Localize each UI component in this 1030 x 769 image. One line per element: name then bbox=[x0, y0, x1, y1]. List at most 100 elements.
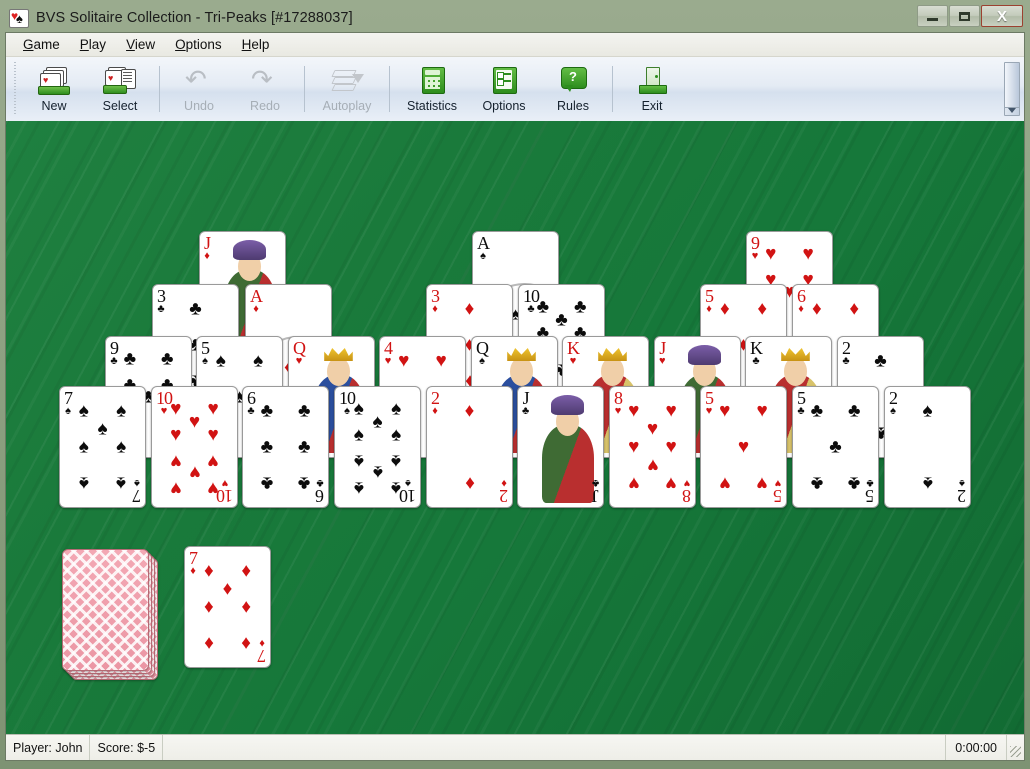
suit-pip: ♠ bbox=[116, 400, 127, 422]
minimize-button[interactable] bbox=[917, 5, 948, 27]
suit-pip: ♥ bbox=[628, 400, 640, 422]
tableau-card[interactable]: J ♣ J ♣ bbox=[517, 386, 604, 508]
close-button[interactable]: X bbox=[981, 5, 1023, 27]
tableau-card[interactable]: ♦ ♦ 2 ♦ 2 ♦ bbox=[426, 386, 513, 508]
application-window: ♥ ♠ BVS Solitaire Collection - Tri-Peaks … bbox=[0, 0, 1030, 769]
card-rank: 6 bbox=[316, 486, 324, 506]
suit-pip: ♣ bbox=[847, 472, 861, 494]
card-corner-top: 7 ♦ bbox=[189, 549, 198, 577]
resize-grip-icon[interactable] bbox=[1007, 735, 1024, 760]
status-message bbox=[163, 735, 947, 760]
waste-card[interactable]: ♦ ♦ ♦ ♦ ♦ ♦ ♦ 7 ♦ 7 ♦ bbox=[184, 546, 271, 668]
card-corner-top: K ♥ bbox=[567, 339, 580, 367]
card-suit: ♠ bbox=[344, 405, 350, 417]
card-corner-top: 5 ♥ bbox=[705, 389, 714, 417]
card-corner-top: Q ♠ bbox=[476, 339, 489, 367]
suit-pip: ♦ bbox=[222, 578, 233, 600]
card-back[interactable] bbox=[62, 549, 149, 671]
tableau-card[interactable]: ♥ ♥ ♥ ♥ ♥ ♥ ♥ ♥ ♥ ♥ 10 ♥ 10 ♥ bbox=[151, 386, 238, 508]
card-suit: ♥ bbox=[659, 355, 666, 367]
card-corner-bottom: 5 ♣ bbox=[866, 477, 874, 506]
suit-pip: ♣ bbox=[829, 436, 842, 458]
card-rank: 5 bbox=[774, 486, 782, 506]
toolbar-scrollbar[interactable] bbox=[1004, 62, 1020, 116]
toolbar-redo-button[interactable]: ↷ Redo bbox=[232, 57, 298, 121]
toolbar-select-button[interactable]: ♥ Select bbox=[87, 57, 153, 121]
toolbar-options-button[interactable]: Options bbox=[468, 57, 540, 121]
card-rank: 7 bbox=[258, 646, 266, 666]
suit-pip: ♣ bbox=[810, 400, 824, 422]
suit-pip: ♦ bbox=[203, 632, 214, 654]
card-corner-top: 9 ♥ bbox=[751, 234, 760, 262]
suit-pip: ♠ bbox=[391, 398, 402, 420]
card-corner-bottom: 5 ♥ bbox=[774, 477, 782, 506]
menu-item-game[interactable]: Game bbox=[14, 35, 69, 54]
card-suit: ♥ bbox=[683, 477, 691, 489]
card-suit: ♠ bbox=[134, 477, 140, 489]
maximize-button[interactable] bbox=[949, 5, 980, 27]
suit-pip: ♣ bbox=[260, 472, 274, 494]
tableau-card[interactable]: ♣ ♣ ♣ ♣ ♣ ♣ 6 ♣ 6 ♣ bbox=[242, 386, 329, 508]
toolbar-exit-button[interactable]: Exit bbox=[619, 57, 685, 121]
toolbar-scrollbar-thumb[interactable] bbox=[1005, 63, 1019, 108]
tableau-card[interactable]: ♠ ♠ ♠ ♠ ♠ ♠ ♠ 7 ♠ 7 ♠ bbox=[59, 386, 146, 508]
suit-pip: ♥ bbox=[188, 411, 201, 433]
suit-pip: ♥ bbox=[756, 400, 768, 422]
toolbar-rules-button[interactable]: ? Rules bbox=[540, 57, 606, 121]
card-corner-bottom: 7 ♦ bbox=[258, 637, 266, 666]
card-corner-top: 7 ♠ bbox=[64, 389, 73, 417]
menu-item-play[interactable]: Play bbox=[71, 35, 115, 54]
suit-pip: ♦ bbox=[464, 472, 475, 494]
suit-pip: ♥ bbox=[398, 350, 410, 372]
tableau-card[interactable]: ♥ ♥ ♥ ♥ ♥ 5 ♥ 5 ♥ bbox=[700, 386, 787, 508]
suit-pip: ♥ bbox=[646, 418, 659, 440]
card-suit: ♦ bbox=[259, 637, 265, 649]
toolbar-grip[interactable] bbox=[10, 62, 19, 116]
card-suit: ♣ bbox=[797, 405, 805, 417]
stock-pile[interactable] bbox=[62, 549, 158, 680]
court-illustration bbox=[535, 391, 600, 503]
suit-pip: ♠ bbox=[353, 398, 364, 420]
toolbar-autoplay-button[interactable]: Autoplay bbox=[311, 57, 383, 121]
card-corner-top: A ♠ bbox=[477, 234, 490, 262]
tableau-card[interactable]: ♠ ♠ 2 ♠ 2 ♠ bbox=[884, 386, 971, 508]
card-corner-top: J ♥ bbox=[659, 339, 666, 367]
tableau-card[interactable]: ♥ ♥ ♥ ♥ ♥ ♥ ♥ ♥ 8 ♥ 8 ♥ bbox=[609, 386, 696, 508]
status-player: Player: John bbox=[6, 735, 91, 760]
tableau-card[interactable]: ♠ ♠ ♠ ♠ ♠ ♠ ♠ ♠ ♠ ♠ 10 ♠ 10 ♠ bbox=[334, 386, 421, 508]
suit-pip: ♥ bbox=[665, 400, 677, 422]
suit-pip: ♠ bbox=[353, 424, 364, 446]
toolbar-statistics-button[interactable]: Statistics bbox=[396, 57, 468, 121]
suit-pip: ♠ bbox=[78, 436, 89, 458]
statistics-icon bbox=[415, 66, 449, 96]
toolbar-new-button[interactable]: ♥ New bbox=[21, 57, 87, 121]
card-suit: ♥ bbox=[160, 405, 168, 417]
chevron-down-icon[interactable] bbox=[1008, 108, 1016, 113]
suit-pip: ♥ bbox=[170, 477, 182, 499]
suit-pip: ♥ bbox=[628, 436, 640, 458]
close-icon: X bbox=[996, 7, 1007, 25]
toolbar-undo-button[interactable]: ↶ Undo bbox=[166, 57, 232, 121]
game-table[interactable]: J ♦ J ♦ ♠ A ♠ A ♠ ♥♥♥♥♥♥♥♥♥ 9 ♥ 9 ♥ bbox=[6, 121, 1024, 734]
toolbar-autoplay-label: Autoplay bbox=[322, 98, 372, 113]
suit-pip: ♥ bbox=[170, 424, 182, 446]
card-corner-bottom: 10 ♠ bbox=[400, 477, 416, 506]
suit-pip: ♦ bbox=[464, 400, 475, 422]
card-corner-top: 5 ♦ bbox=[705, 287, 714, 315]
suit-pip: ♥ bbox=[207, 398, 219, 420]
tableau-card[interactable]: ♣ ♣ ♣ ♣ ♣ 5 ♣ 5 ♣ bbox=[792, 386, 879, 508]
menu-item-options[interactable]: Options bbox=[166, 35, 231, 54]
card-suit: ♦ bbox=[706, 303, 712, 315]
card-suit: ♥ bbox=[384, 355, 392, 367]
menu-item-view[interactable]: View bbox=[117, 35, 164, 54]
window-title: BVS Solitaire Collection - Tri-Peaks [#1… bbox=[36, 10, 353, 26]
autoplay-icon bbox=[330, 66, 364, 96]
menu-item-help[interactable]: Help bbox=[233, 35, 279, 54]
status-score: Score: $-5 bbox=[90, 735, 164, 760]
suit-pip: ♣ bbox=[260, 400, 274, 422]
card-corner-top: 3 ♣ bbox=[157, 287, 166, 315]
suit-pip: ♠ bbox=[97, 418, 108, 440]
card-suit: ♣ bbox=[591, 477, 599, 489]
app-icon: ♥ ♠ bbox=[9, 8, 29, 28]
suit-pip: ♠ bbox=[78, 472, 89, 494]
